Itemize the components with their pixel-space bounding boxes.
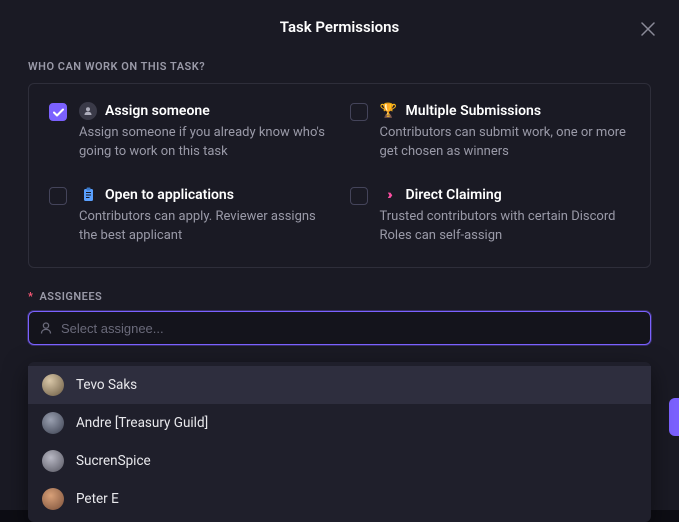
trophy-icon: 🏆 <box>380 102 398 120</box>
arrows-icon: ›› <box>380 186 398 204</box>
option-desc: Contributors can apply. Reviewer assigns… <box>79 208 330 246</box>
avatar <box>42 412 64 434</box>
close-icon <box>641 22 655 36</box>
option-title: Open to applications <box>105 187 234 203</box>
option-title: Assign someone <box>105 103 210 119</box>
checkbox-open[interactable] <box>49 187 67 205</box>
dropdown-item[interactable]: SucrenSpice <box>28 442 651 480</box>
dropdown-item-label: Tevo Saks <box>76 377 137 393</box>
dropdown-item-label: Peter E <box>76 491 119 507</box>
assignees-label: *ASSIGNEES <box>28 290 651 303</box>
modal-title: Task Permissions <box>280 18 399 36</box>
modal-header: Task Permissions <box>0 0 679 50</box>
dropdown-item-label: SucrenSpice <box>76 453 151 469</box>
dropdown-item[interactable]: Peter E <box>28 480 651 518</box>
avatar <box>42 374 64 396</box>
assignees-section: *ASSIGNEES <box>28 290 651 345</box>
option-multiple-submissions[interactable]: 🏆 Multiple Submissions Contributors can … <box>350 102 631 162</box>
assignee-select[interactable] <box>28 311 651 345</box>
assignee-input[interactable] <box>61 321 640 336</box>
option-desc: Contributors can submit work, one or mor… <box>380 124 631 162</box>
person-icon <box>39 321 53 335</box>
checkbox-direct[interactable] <box>350 187 368 205</box>
checkbox-assign[interactable] <box>49 103 67 121</box>
option-title: Direct Claiming <box>406 187 502 203</box>
option-desc: Trusted contributors with certain Discor… <box>380 208 631 246</box>
side-accent <box>669 398 679 436</box>
dropdown-item-label: Andre [Treasury Guild] <box>76 415 208 431</box>
assignee-dropdown: Tevo Saks Andre [Treasury Guild] SucrenS… <box>28 362 651 522</box>
modal-content: WHO CAN WORK ON THIS TASK? Assign someon… <box>0 50 679 345</box>
option-open-applications[interactable]: Open to applications Contributors can ap… <box>49 186 330 246</box>
dropdown-item[interactable]: Andre [Treasury Guild] <box>28 404 651 442</box>
work-options: Assign someone Assign someone if you alr… <box>28 83 651 268</box>
option-assign-someone[interactable]: Assign someone Assign someone if you alr… <box>49 102 330 162</box>
task-permissions-modal: Task Permissions WHO CAN WORK ON THIS TA… <box>0 0 679 510</box>
person-icon <box>79 102 97 120</box>
option-direct-claiming[interactable]: ›› Direct Claiming Trusted contributors … <box>350 186 631 246</box>
option-title: Multiple Submissions <box>406 103 542 119</box>
close-button[interactable] <box>637 18 659 40</box>
dropdown-item[interactable]: Tevo Saks <box>28 366 651 404</box>
avatar <box>42 450 64 472</box>
option-desc: Assign someone if you already know who's… <box>79 124 330 162</box>
section-label: WHO CAN WORK ON THIS TASK? <box>28 60 651 73</box>
clipboard-icon <box>79 186 97 204</box>
avatar <box>42 488 64 510</box>
checkbox-multi[interactable] <box>350 103 368 121</box>
